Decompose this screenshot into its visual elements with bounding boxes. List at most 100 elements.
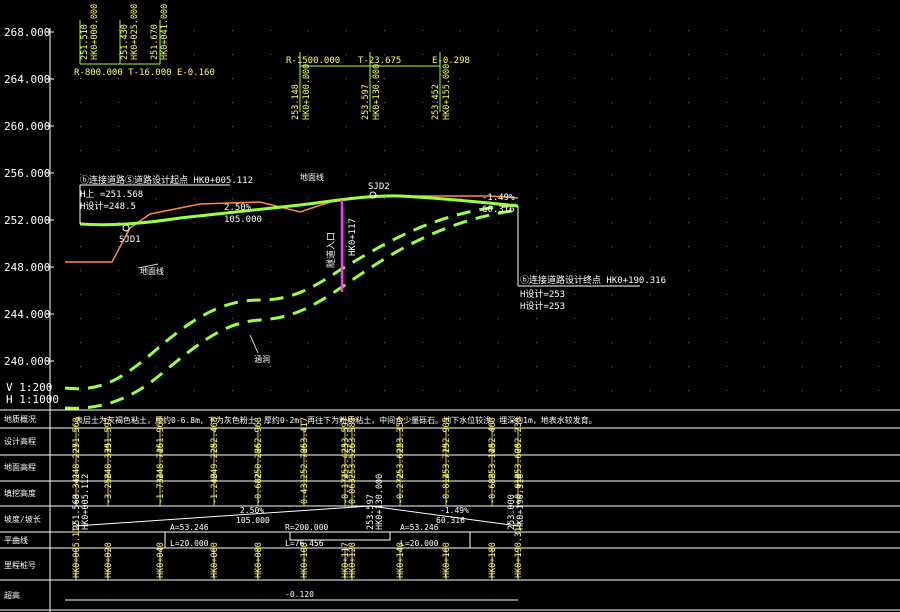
- grid-dot: [878, 150, 879, 151]
- grid-dot: [498, 390, 499, 391]
- grid-dot: [460, 390, 461, 391]
- table-cell-value: HK0+060: [210, 542, 220, 578]
- grid-dot: [574, 270, 575, 271]
- grid-dot: [726, 102, 727, 103]
- grid-dot: [308, 270, 309, 271]
- grid-dot: [346, 366, 347, 367]
- grade-point-station: HK0+130.000: [375, 474, 385, 530]
- grid-dot: [574, 366, 575, 367]
- grid-dot: [688, 342, 689, 343]
- grid-dot: [650, 102, 651, 103]
- grid-dot: [460, 342, 461, 343]
- grid-dot: [764, 30, 765, 31]
- grid-dot: [270, 222, 271, 223]
- grid-dot: [726, 126, 727, 127]
- grid-dot: [422, 246, 423, 247]
- grid-dot: [878, 54, 879, 55]
- grid-dot: [118, 390, 119, 391]
- grid-dot: [270, 246, 271, 247]
- grid-dot: [384, 270, 385, 271]
- grid-dot: [422, 30, 423, 31]
- grid-dot: [878, 30, 879, 31]
- row-label: 超高: [4, 590, 20, 600]
- grid-dot: [498, 246, 499, 247]
- grid-dot: [840, 318, 841, 319]
- grid-dot: [194, 342, 195, 343]
- grid-dot: [232, 294, 233, 295]
- grid-dot: [650, 366, 651, 367]
- grid-dot: [270, 54, 271, 55]
- grid-dot: [422, 294, 423, 295]
- grid-dot: [612, 198, 613, 199]
- y-tick-label: 256.000: [4, 167, 50, 180]
- grid-dot: [346, 222, 347, 223]
- grid-dot: [764, 54, 765, 55]
- grade-2-label: -1.49%: [440, 506, 469, 515]
- grid-dot: [270, 174, 271, 175]
- grade-end-station: HK0+190.316: [516, 474, 526, 530]
- grid-dot: [802, 78, 803, 79]
- culvert-label: 涵洞: [254, 354, 270, 364]
- grid-dot: [346, 342, 347, 343]
- grid-dot: [194, 366, 195, 367]
- grid-dot: [308, 366, 309, 367]
- grid-dot: [536, 30, 537, 31]
- grid-dot: [460, 174, 461, 175]
- grid-dot: [156, 126, 157, 127]
- grid-dot: [536, 126, 537, 127]
- grid-dot: [688, 102, 689, 103]
- fill-cut-values: -3.341 -3.258 -1.734 -1.240 -0.682 0.431 -0.17…: [72, 473, 524, 504]
- profile-drawing-svg: 268.000 264.000 260.000 256.000 252.000 248.0…: [0, 4, 900, 612]
- grid-dot: [498, 366, 499, 367]
- vc1-station-2: HK0+025.000: [130, 4, 140, 60]
- grid-dot: [688, 150, 689, 151]
- grid-dot: [422, 318, 423, 319]
- grid-dot: [878, 390, 879, 391]
- grid-dot: [156, 366, 157, 367]
- grid-dot: [574, 102, 575, 103]
- grid-dot: [384, 222, 385, 223]
- grid-dot: [764, 366, 765, 367]
- grid-dot: [80, 126, 81, 127]
- grid-dot: [574, 246, 575, 247]
- y-tick-label: 252.000: [4, 214, 50, 227]
- grid-dot: [536, 390, 537, 391]
- grid-dot: [650, 222, 651, 223]
- grid-dot: [232, 54, 233, 55]
- grid-dot: [802, 390, 803, 391]
- table-cell-value: -0.814: [442, 473, 452, 504]
- grid-dot: [384, 366, 385, 367]
- grid-dot: [650, 246, 651, 247]
- grid-dot: [574, 294, 575, 295]
- grid-dot: [612, 150, 613, 151]
- grid-dot: [270, 366, 271, 367]
- y-tick-label: 240.000: [4, 355, 50, 368]
- grid-dot: [80, 270, 81, 271]
- grid-dot: [574, 390, 575, 391]
- row-label: 地质概况: [4, 414, 36, 424]
- grid-dot: [308, 54, 309, 55]
- vc2-station-2: HK0+130.000: [372, 64, 382, 120]
- grid-dot: [384, 30, 385, 31]
- vc1-station-1: HK0+000.000: [90, 4, 100, 60]
- grid-dot: [422, 126, 423, 127]
- vertical-curve-2-annotation: R-1500.000 T-23.675 E-0.298 253.148 HK0+…: [286, 52, 470, 120]
- grade-row: 2.50% 105.000 -1.49% 60.316 253.597 HK0+…: [72, 474, 526, 530]
- grid-dot: [764, 318, 765, 319]
- grid-dot: [574, 318, 575, 319]
- row-label: 填挖高度: [4, 488, 36, 498]
- curve-a1: A=53.246: [170, 523, 209, 532]
- grid-dot: [536, 366, 537, 367]
- grid-dot: [422, 222, 423, 223]
- row-label: 平曲线: [4, 535, 28, 545]
- grid-dot: [498, 30, 499, 31]
- grid-dot: [612, 390, 613, 391]
- grid-dot: [726, 270, 727, 271]
- grid-dot: [308, 150, 309, 151]
- table-cell-value: HK0+080: [254, 542, 264, 578]
- grid-dot: [118, 126, 119, 127]
- grid-dot: [118, 78, 119, 79]
- curve-l2: L=76.456: [285, 539, 324, 548]
- grid-dot: [156, 78, 157, 79]
- grid-dot: [232, 390, 233, 391]
